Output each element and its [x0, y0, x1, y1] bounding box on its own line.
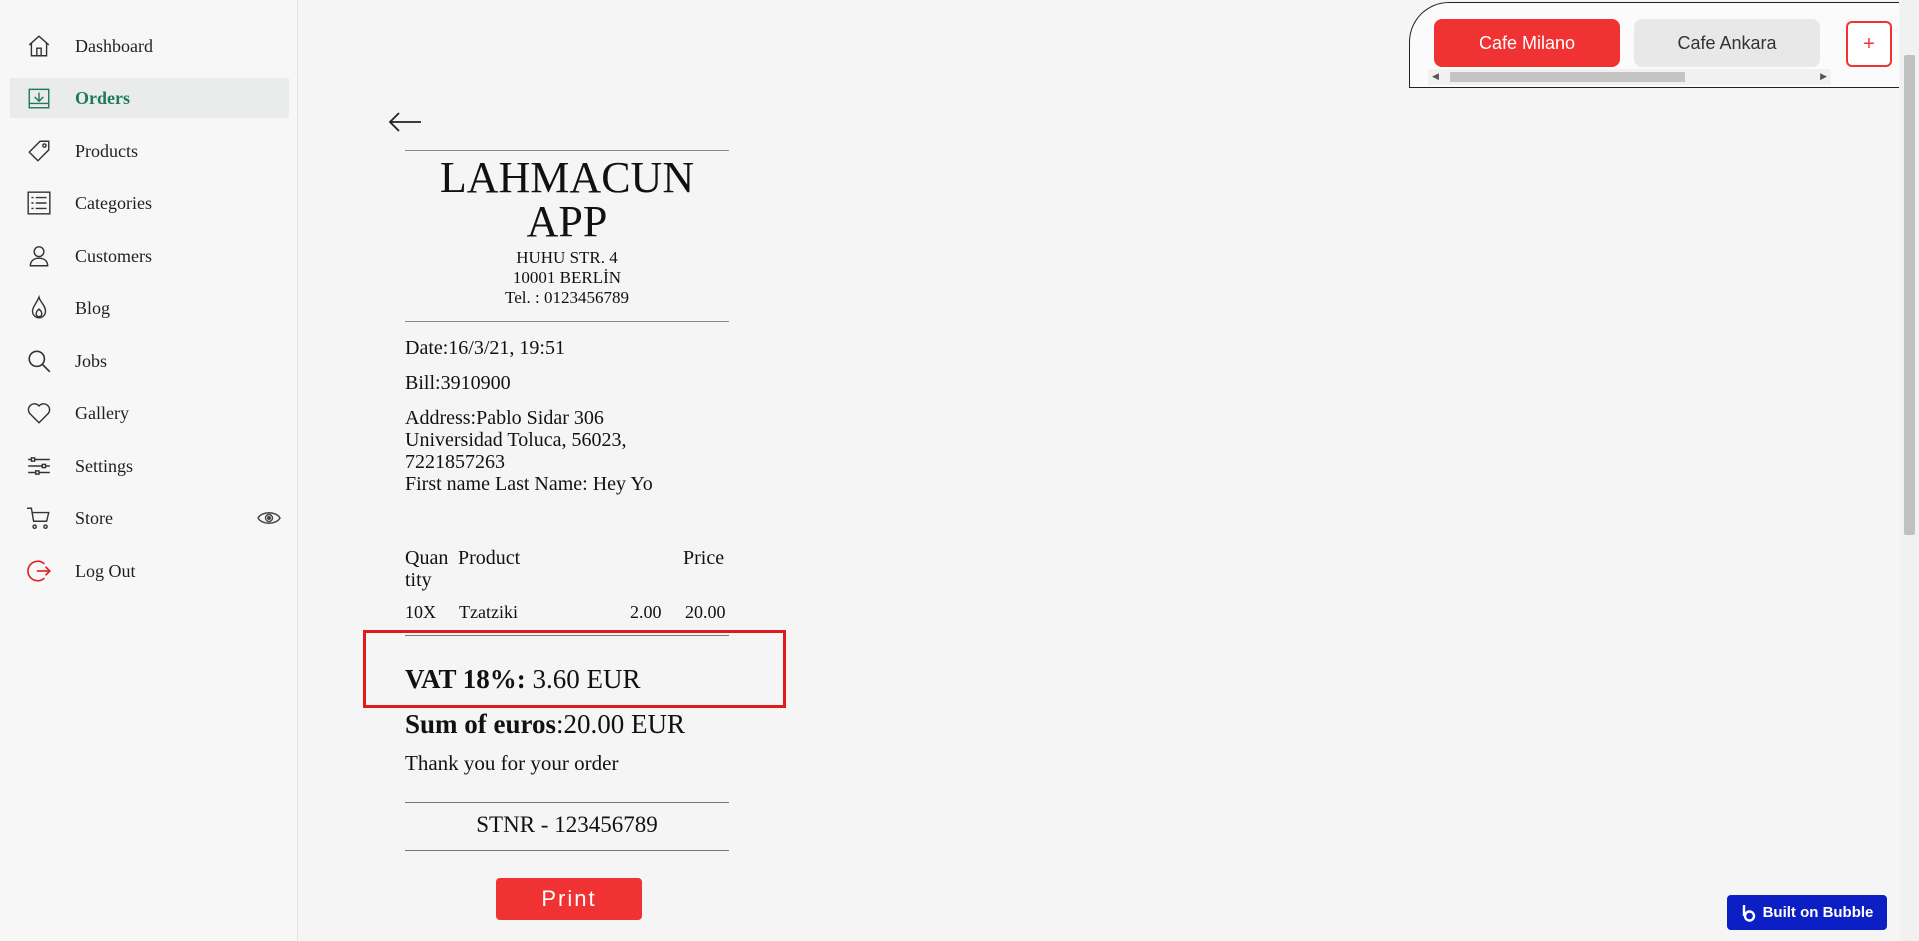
add-tab-button[interactable]: + — [1846, 21, 1892, 67]
sidebar: Dashboard Orders Products Categories Cus… — [0, 0, 298, 941]
sidebar-item-dashboard[interactable]: Dashboard — [10, 26, 289, 66]
tag-icon — [24, 137, 54, 165]
stnr-text: STNR - 123456789 — [476, 812, 658, 837]
sidebar-item-label: Jobs — [75, 350, 108, 371]
customer-address: Address:Pablo Sidar 306 Universidad Tolu… — [405, 407, 653, 495]
badge-label: Built on Bubble — [1762, 904, 1874, 921]
highlight-box — [363, 630, 786, 708]
sidebar-item-customers[interactable]: Customers — [10, 236, 289, 276]
cart-icon — [24, 504, 54, 532]
divider — [405, 850, 729, 851]
sidebar-item-label: Products — [75, 140, 138, 161]
sidebar-item-logout[interactable]: Log Out — [10, 551, 289, 591]
scroll-thumb[interactable] — [1450, 72, 1685, 82]
item-name: Tzatziki — [459, 602, 518, 622]
sidebar-item-products[interactable]: Products — [10, 131, 289, 171]
header-quantity: Quan tity — [405, 547, 449, 591]
bubble-logo-icon — [1742, 904, 1755, 922]
sidebar-item-label: Blog — [75, 297, 111, 318]
scroll-right-icon[interactable]: ▶ — [1820, 71, 1827, 82]
sidebar-item-jobs[interactable]: Jobs — [10, 341, 289, 381]
header-price: Price — [683, 547, 725, 569]
bill-number: Bill:3910900 — [405, 372, 511, 394]
tab-cafe-ankara[interactable]: Cafe Ankara — [1634, 19, 1820, 67]
search-icon — [24, 347, 54, 375]
sidebar-item-categories[interactable]: Categories — [10, 183, 289, 223]
sidebar-item-store[interactable]: Store — [10, 498, 289, 538]
sliders-icon — [24, 452, 54, 480]
sidebar-item-orders[interactable]: Orders — [10, 78, 289, 118]
header-product: Product — [458, 547, 521, 569]
store-name: LAHMACUN APP — [439, 153, 695, 246]
item-unit-price: 2.00 — [630, 602, 662, 622]
tabs-scrollbar[interactable]: ◀ ▶ — [1428, 69, 1831, 85]
flame-icon — [24, 294, 54, 322]
sidebar-item-label: Settings — [75, 455, 134, 476]
user-icon — [24, 242, 54, 270]
tab-cafe-milano[interactable]: Cafe Milano — [1434, 19, 1620, 67]
sidebar-item-label: Log Out — [75, 560, 136, 581]
order-date: Date:16/3/21, 19:51 — [405, 337, 565, 359]
item-quantity: 10X — [405, 602, 436, 622]
sidebar-item-label: Gallery — [75, 402, 129, 423]
back-arrow-icon[interactable] — [387, 108, 423, 136]
sum-line: Sum of euros:20.00 EUR — [405, 709, 686, 739]
sidebar-item-label: Orders — [75, 87, 130, 108]
divider — [405, 150, 729, 151]
list-icon — [24, 189, 54, 217]
sidebar-item-label: Categories — [75, 192, 152, 213]
page-scrollbar[interactable] — [1900, 0, 1919, 941]
eye-icon[interactable] — [257, 507, 281, 529]
divider — [405, 802, 729, 803]
scroll-left-icon[interactable]: ◀ — [1432, 71, 1439, 82]
sidebar-item-blog[interactable]: Blog — [10, 288, 289, 328]
sidebar-item-label: Customers — [75, 245, 153, 266]
sidebar-item-label: Store — [75, 507, 113, 528]
download-tray-icon — [24, 84, 54, 112]
sidebar-item-gallery[interactable]: Gallery — [10, 393, 289, 433]
scroll-thumb[interactable] — [1904, 55, 1915, 535]
home-icon — [24, 32, 54, 60]
item-total: 20.00 — [685, 602, 726, 622]
heart-icon — [24, 399, 54, 427]
built-on-bubble-badge[interactable]: Built on Bubble — [1727, 895, 1887, 930]
divider — [405, 321, 729, 322]
print-button[interactable]: Print — [496, 878, 642, 920]
sidebar-item-label: Dashboard — [75, 35, 153, 56]
thank-you-text: Thank you for your order — [405, 751, 619, 775]
store-address: HUHU STR. 4 10001 BERLİN Tel. : 01234567… — [505, 248, 629, 307]
cafe-tabs: Cafe Milano Cafe Ankara + ◀ ▶ — [1409, 2, 1899, 88]
logout-icon — [24, 557, 54, 585]
sidebar-item-settings[interactable]: Settings — [10, 446, 289, 486]
